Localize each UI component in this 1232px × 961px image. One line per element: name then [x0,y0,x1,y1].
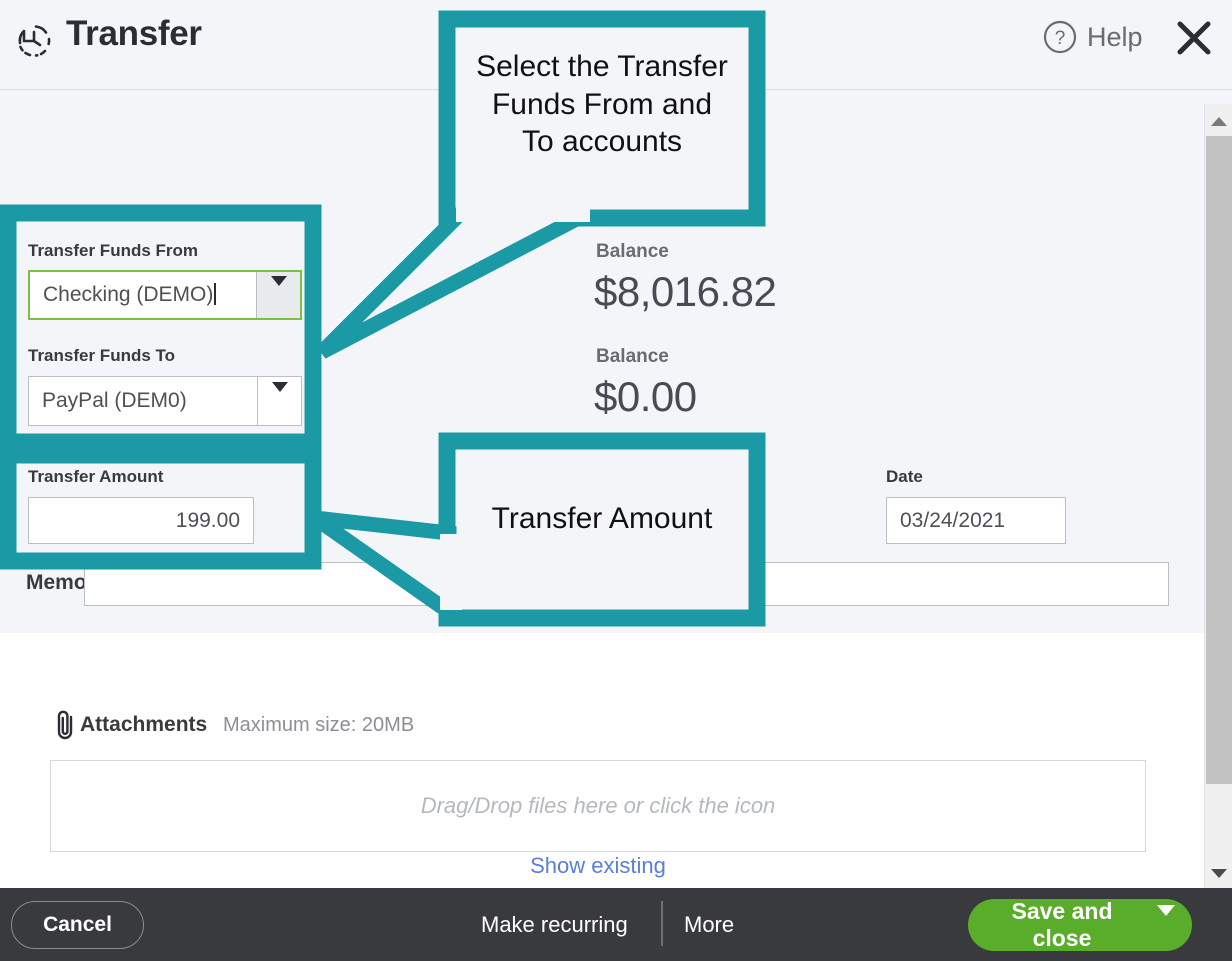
transfer-history-icon [12,18,56,62]
transfer-amount-value: 199.00 [175,508,240,532]
save-options-caret[interactable] [1140,905,1192,934]
to-balance-label: Balance [596,346,669,367]
svg-text:?: ? [1055,28,1066,49]
transfer-funds-from-label: Transfer Funds From [28,241,199,260]
date-label: Date [886,467,923,486]
attachment-dropzone[interactable]: Drag/Drop files here or click the icon [50,760,1146,852]
attachments-max-size: Maximum size: 20MB [223,714,415,736]
close-icon[interactable] [1172,16,1216,60]
transfer-funds-from-text: Checking (DEMO) [43,283,214,306]
callout-accounts-text: Select the Transfer Funds From and To ac… [476,50,728,158]
save-and-close-button[interactable]: Save and close [968,898,1192,951]
transfer-funds-to-select[interactable]: PayPal (DEM0) [28,376,302,426]
transfer-amount-label: Transfer Amount [28,467,164,486]
to-balance-value: $0.00 [594,373,697,420]
date-input[interactable]: 03/24/2021 [886,497,1066,544]
chevron-down-icon [1157,905,1175,934]
transfer-funds-to-caret[interactable] [257,377,301,425]
attachments-title: Attachments [80,713,208,736]
vertical-scrollbar[interactable] [1204,104,1232,888]
question-circle-icon[interactable]: ? [1041,18,1079,56]
footer-divider [661,901,663,946]
paperclip-icon[interactable] [54,708,78,742]
help-label[interactable]: Help [1087,22,1143,53]
transfer-funds-from-select[interactable]: Checking (DEMO) [28,270,302,320]
more-button[interactable]: More [684,912,734,938]
transfer-funds-to-label: Transfer Funds To [28,346,176,365]
transfer-amount-input[interactable]: 199.00 [28,497,254,544]
page-title: Transfer [66,14,202,53]
from-balance-label: Balance [596,241,669,262]
make-recurring-button[interactable]: Make recurring [481,912,628,938]
transfer-funds-from-caret[interactable] [256,272,300,318]
transfer-funds-to-value: PayPal (DEM0) [42,389,187,412]
scroll-up-arrow-icon[interactable] [1205,108,1232,134]
text-cursor [214,283,217,305]
date-value: 03/24/2021 [900,508,1006,532]
memo-input[interactable] [84,562,1169,606]
memo-label: Memo [26,571,87,594]
transfer-funds-from-value: Checking (DEMO) [30,283,256,307]
scrollbar-thumb[interactable] [1206,136,1232,784]
callout-amount-text: Transfer Amount [491,502,713,535]
scroll-down-arrow-icon[interactable] [1205,860,1232,886]
transfer-dialog: Transfer ? Help Transfer Funds From Chec… [0,0,1232,961]
cancel-button[interactable]: Cancel [11,901,144,949]
from-balance-value: $8,016.82 [594,268,777,315]
save-and-close-label: Save and close [1011,898,1113,951]
show-existing-link[interactable]: Show existing [0,853,1196,879]
dropzone-placeholder: Drag/Drop files here or click the icon [420,793,776,818]
